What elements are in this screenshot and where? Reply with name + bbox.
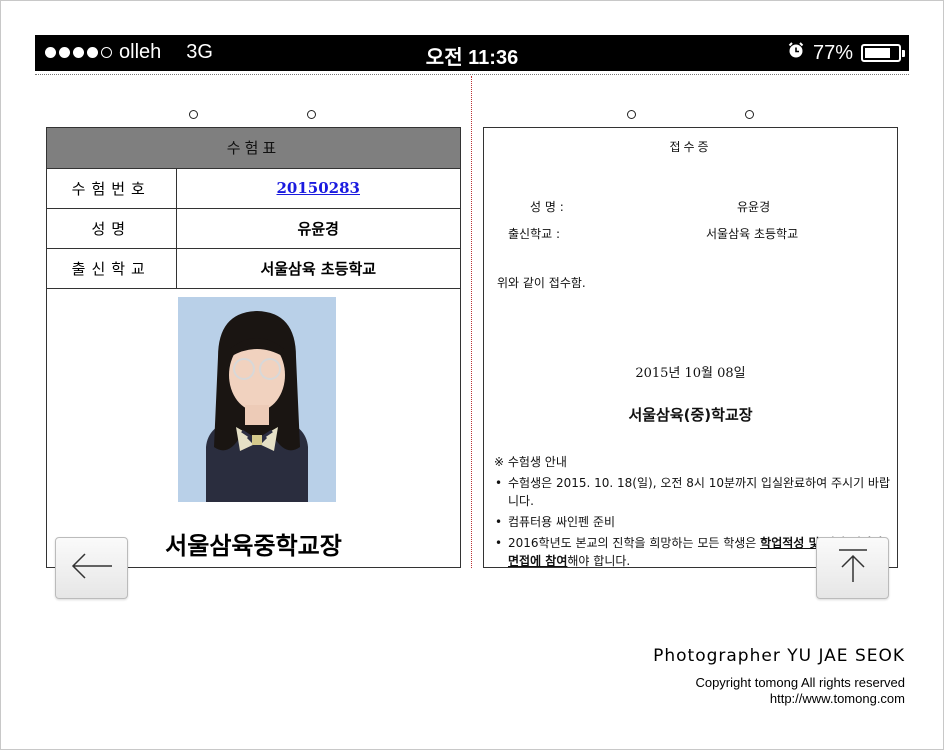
table-row: 출신학교 서울삼육 초등학교 [47,248,460,289]
binder-hole [307,110,316,119]
receipt-school-value: 서울삼육 초등학교 [706,227,799,241]
exam-number-link[interactable]: 20150283 [277,179,361,197]
status-time: 오전 11:36 [425,47,519,69]
receipt-name-label: 성 명 : [530,200,564,214]
receipt-title: 접수증 [669,140,712,154]
notice-item: 컴퓨터용 싸인펜 준비 [494,513,894,531]
back-button[interactable] [55,537,128,599]
scroll-to-top-icon [837,548,869,588]
name-label: 성명 [47,208,177,249]
status-right: 77% [787,41,905,65]
receipt-card: 접수증 성 명 : 유윤경 출신학교 : 서울삼육 초등학교 위와 같이 접수함… [483,127,898,568]
receipt-school-sign: 서울삼육(중)학교장 [628,406,753,424]
website-url[interactable]: http://www.tomong.com [770,691,905,706]
alarm-clock-icon [787,41,805,65]
status-bar: olleh 3G 오전 11:36 77% [35,35,909,71]
name-value: 유윤경 [176,208,460,249]
photographer-credit: Photographer YU JAE SEOK [653,646,905,666]
binder-hole [745,110,754,119]
notice-text: 2016학년도 본교의 진학을 희망하는 모든 학생은 [508,536,761,550]
admission-title: 수험표 [47,128,460,169]
school-label: 출신학교 [47,248,177,289]
receipt-statement: 위와 같이 접수함. [497,276,586,290]
receipt-name-value: 유윤경 [737,200,771,214]
receipt-school-label: 출신학교 : [508,227,561,241]
battery-percent: 77% [812,41,853,64]
battery-icon [861,44,905,62]
receipt-date: 2015년 10월 08일 [635,366,746,381]
scroll-top-button[interactable] [816,537,889,599]
notice-text: 해야 합니다. [567,554,631,568]
perforation-vertical [471,76,472,568]
admission-table: 수험표 수험번호 20150283 성명 유윤경 출신학교 서울삼육 초등학교 [47,128,460,289]
school-value: 서울삼육 초등학교 [176,248,460,289]
binder-hole [627,110,636,119]
notice-item: 수험생은 2015. 10. 18(일), 오전 8시 10분까지 입실완료하여… [494,474,894,510]
exam-number-value: 20150283 [176,168,460,209]
binder-hole [189,110,198,119]
perforation-horizontal [35,74,909,75]
admission-ticket: 수험표 수험번호 20150283 성명 유윤경 출신학교 서울삼육 초등학교 [46,127,461,568]
table-row: 수험번호 20150283 [47,168,460,209]
table-row: 성명 유윤경 [47,208,460,249]
student-photo [178,297,336,502]
notice-heading: ※ 수험생 안내 [494,455,567,469]
exam-number-label: 수험번호 [47,168,177,209]
copyright-text: Copyright tomong All rights reserved [695,675,905,690]
left-arrow-icon [70,551,114,585]
